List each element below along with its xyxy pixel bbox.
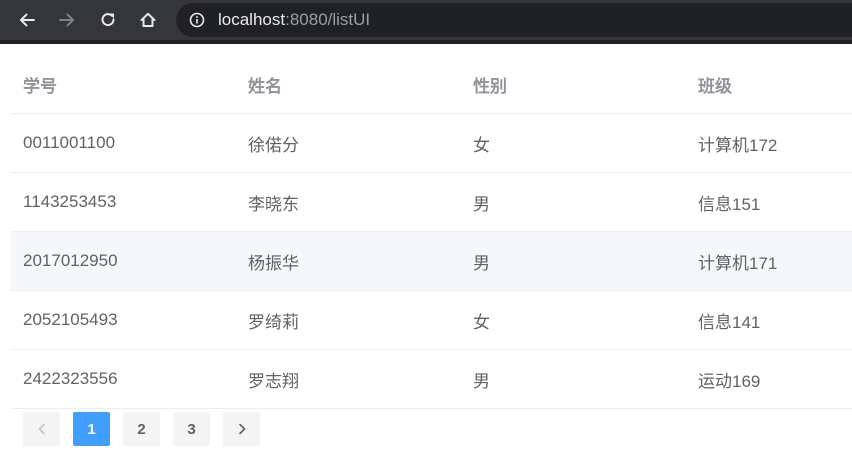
next-page-button[interactable] bbox=[223, 412, 260, 446]
browser-toolbar: localhost:8080/listUI bbox=[0, 0, 852, 44]
site-info-icon[interactable] bbox=[189, 12, 205, 28]
cell-name: 罗志翔 bbox=[248, 371, 299, 391]
column-header-class[interactable]: 班级 bbox=[685, 72, 852, 97]
arrow-right-icon bbox=[59, 13, 74, 27]
cell-class: 信息141 bbox=[698, 312, 761, 332]
cell-name: 李晓东 bbox=[248, 194, 299, 214]
cell-student-id: 2052105493 bbox=[23, 310, 118, 329]
column-header-student-id[interactable]: 学号 bbox=[10, 72, 235, 97]
forward-button[interactable] bbox=[53, 6, 81, 34]
url-path: :8080/listUI bbox=[285, 10, 371, 29]
table-row[interactable]: 2422323556 罗志翔 男 运动169 bbox=[10, 350, 852, 409]
reload-icon bbox=[101, 13, 115, 27]
page-1-button[interactable]: 1 bbox=[73, 412, 110, 446]
table-row[interactable]: 1143253453 李晓东 男 信息151 bbox=[10, 173, 852, 232]
cell-name: 杨振华 bbox=[248, 253, 299, 273]
home-button[interactable] bbox=[134, 6, 162, 34]
cell-gender: 男 bbox=[473, 194, 490, 214]
pagination: 1 2 3 bbox=[23, 412, 273, 446]
cell-gender: 女 bbox=[473, 135, 490, 155]
table-row[interactable]: 2052105493 罗绮莉 女 信息141 bbox=[10, 291, 852, 350]
address-bar[interactable]: localhost:8080/listUI bbox=[176, 3, 852, 37]
student-table: 学号 姓名 性别 班级 0011001100 徐偌分 女 计算机172 1143… bbox=[10, 55, 852, 409]
cell-student-id: 0011001100 bbox=[23, 133, 116, 152]
reload-button[interactable] bbox=[94, 6, 122, 34]
url-text: localhost:8080/listUI bbox=[218, 11, 370, 29]
cell-student-id: 2017012950 bbox=[23, 251, 118, 270]
cell-class: 计算机171 bbox=[698, 253, 778, 273]
column-header-name[interactable]: 姓名 bbox=[235, 72, 460, 97]
chevron-right-icon bbox=[238, 423, 245, 435]
cell-class: 运动169 bbox=[698, 371, 761, 391]
prev-page-button[interactable] bbox=[23, 412, 60, 446]
cell-student-id: 2422323556 bbox=[23, 369, 118, 388]
column-header-gender[interactable]: 性别 bbox=[460, 72, 685, 97]
cell-name: 徐偌分 bbox=[248, 135, 299, 155]
table-row[interactable]: 0011001100 徐偌分 女 计算机172 bbox=[10, 114, 852, 173]
cell-gender: 女 bbox=[473, 312, 490, 332]
arrow-left-icon bbox=[20, 13, 35, 27]
back-button[interactable] bbox=[13, 6, 41, 34]
cell-class: 计算机172 bbox=[698, 135, 778, 155]
page-3-button[interactable]: 3 bbox=[173, 412, 210, 446]
cell-name: 罗绮莉 bbox=[248, 312, 299, 332]
cell-student-id: 1143253453 bbox=[23, 192, 117, 211]
cell-class: 信息151 bbox=[698, 194, 761, 214]
page-2-button[interactable]: 2 bbox=[123, 412, 160, 446]
chevron-left-icon bbox=[38, 423, 45, 435]
url-host: localhost bbox=[218, 10, 286, 29]
home-icon bbox=[140, 12, 156, 27]
cell-gender: 男 bbox=[473, 253, 490, 273]
table-row-hovered[interactable]: 2017012950 杨振华 男 计算机171 bbox=[10, 232, 852, 291]
cell-gender: 男 bbox=[473, 371, 490, 391]
table-header-row: 学号 姓名 性别 班级 bbox=[10, 55, 852, 114]
